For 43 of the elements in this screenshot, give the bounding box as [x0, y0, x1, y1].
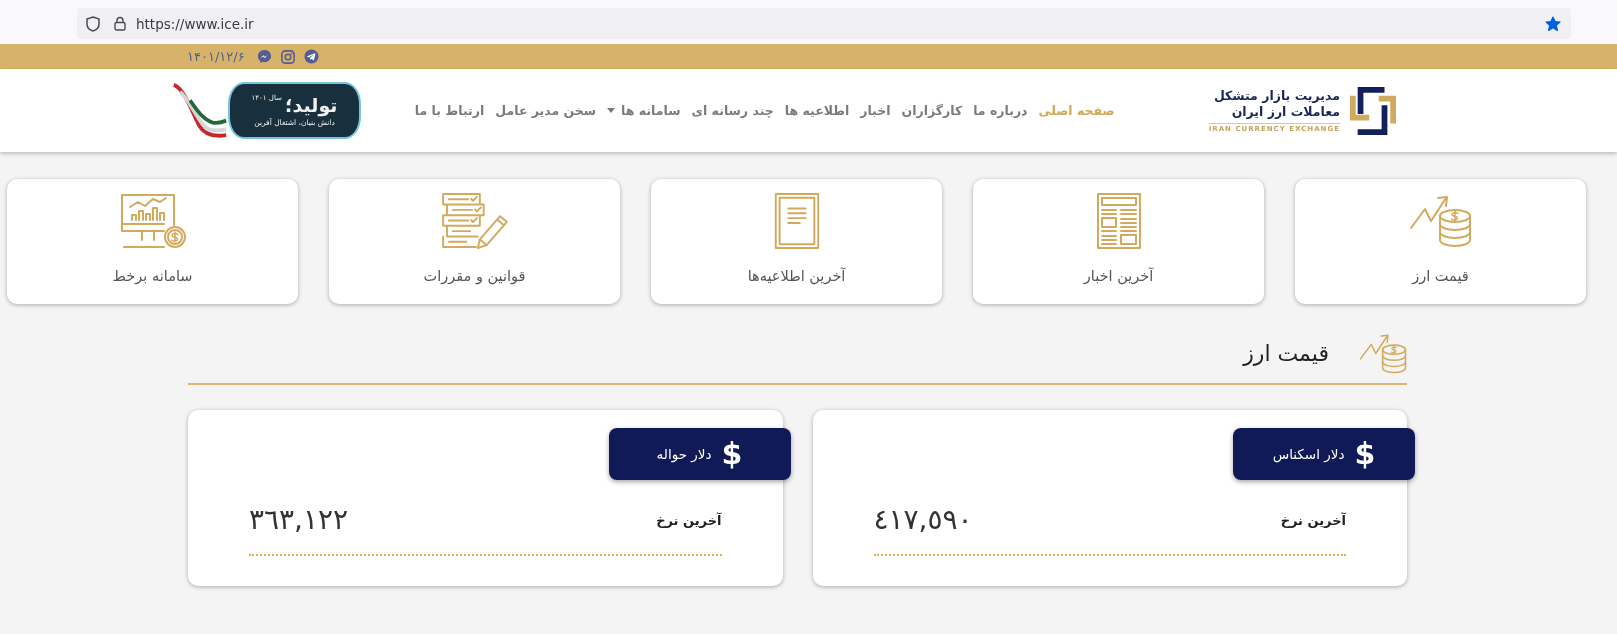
document-icon: [773, 193, 820, 249]
paper-plane-icon[interactable]: [303, 49, 319, 64]
shortcut-card[interactable]: آخرین اخبار: [973, 179, 1264, 304]
nav-link[interactable]: ارتباط با ما: [414, 103, 485, 118]
logo-icon[interactable]: [1350, 86, 1396, 135]
camera-icon[interactable]: [280, 49, 295, 64]
shortcut-card[interactable]: قیمت ارز: [1295, 179, 1586, 304]
nav-link[interactable]: کارگزاران: [901, 103, 963, 118]
dollar-icon: $: [1354, 437, 1376, 471]
logo-text: مدیریت بازار متشکل: [1212, 87, 1340, 104]
rate-caption: آخرین نرخ: [656, 512, 722, 528]
banner-title: تولید؛: [284, 93, 338, 117]
shortcut-card[interactable]: آخرین اطلاعیه‌ها: [651, 179, 942, 304]
nav-link[interactable]: سامانه ها: [607, 103, 681, 118]
nav-link[interactable]: اخبار: [860, 103, 891, 118]
rate-value: ٣٦٣,١٢٢: [249, 502, 349, 538]
lock-icon[interactable]: [114, 16, 126, 31]
currency-name: دلار اسکناس: [1272, 446, 1345, 462]
nav-link[interactable]: سخن مدیر عامل: [495, 103, 597, 118]
star-icon[interactable]: [1545, 15, 1561, 32]
date-text: ۱۴۰۱/۱۲/۶: [187, 49, 245, 64]
monitor-chart-icon: [119, 193, 186, 249]
shortcut-card[interactable]: قوانین و مقررات: [329, 179, 620, 304]
shield-icon[interactable]: [86, 15, 100, 32]
shortcut-card[interactable]: سامانه برخط: [7, 179, 298, 304]
currency-name: دلار حواله: [656, 446, 712, 462]
coins-chart-icon: [1409, 193, 1472, 249]
rate-caption: آخرین نرخ: [1280, 512, 1346, 528]
section-title: قیمت ارز: [1243, 339, 1329, 368]
newspaper-icon: [1096, 193, 1141, 249]
nav-link[interactable]: صفحه اصلی: [1038, 103, 1115, 118]
nav-link[interactable]: اطلاعیه ها: [784, 103, 850, 118]
logo-text: معاملات ارز ایران: [1230, 103, 1340, 120]
nav-link[interactable]: چند رسانه ای: [691, 103, 774, 118]
caret-icon: [607, 108, 616, 113]
chat-bubble-icon[interactable]: [256, 49, 272, 64]
coins-chart-icon: [1359, 332, 1407, 375]
nav-link[interactable]: درباره ما: [973, 103, 1028, 118]
rate-value: ٤١٧,٥٩٠: [873, 502, 973, 538]
address-bar[interactable]: https://www.ice.ir: [77, 8, 1571, 39]
dollar-icon: $: [721, 437, 743, 471]
flag-ribbon-drawing: [172, 82, 228, 139]
checklist-pencil-icon: [439, 193, 510, 249]
